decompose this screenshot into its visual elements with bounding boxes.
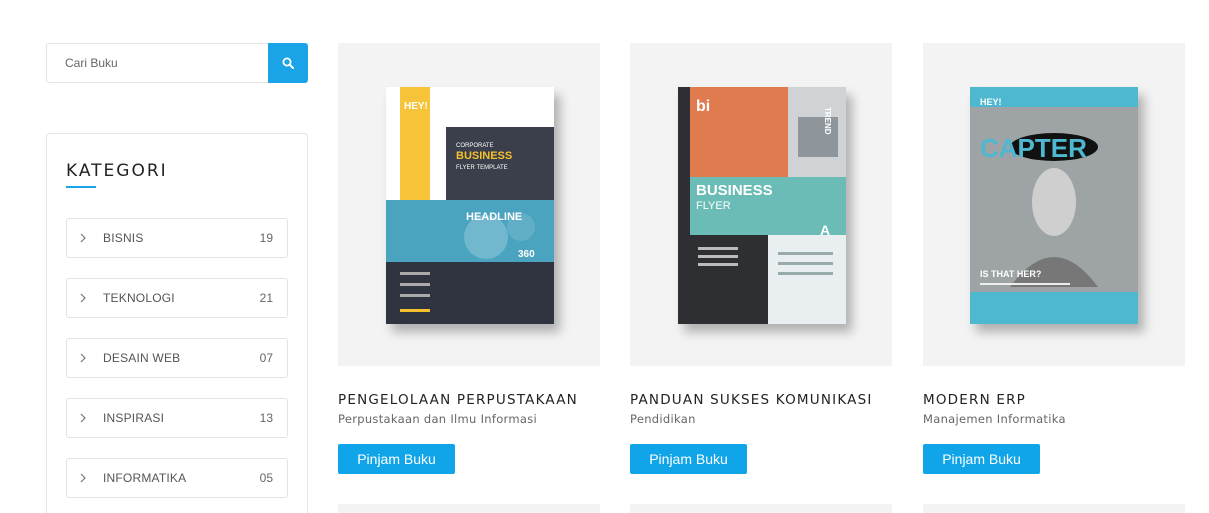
- svg-text:CORPORATE: CORPORATE: [456, 143, 494, 149]
- book-card-next-row: [338, 504, 600, 513]
- chevron-right-icon: [80, 413, 94, 423]
- chevron-right-icon: [80, 293, 94, 303]
- book-category: Perpustakaan dan Ilmu Informasi: [338, 412, 538, 426]
- borrow-button[interactable]: Pinjam Buku: [338, 444, 455, 474]
- cover-hey-text: HEY!: [404, 101, 428, 112]
- category-label: BISNIS: [103, 231, 144, 245]
- svg-text:A: A: [820, 222, 830, 238]
- borrow-button[interactable]: Pinjam Buku: [630, 444, 747, 474]
- book-card-next-row: [630, 504, 892, 513]
- chevron-right-icon: [80, 233, 94, 243]
- book-cover-area[interactable]: HEY! CORPORATE BUSINESS FLYER TEMPLATE H…: [338, 43, 600, 366]
- category-label: TEKNOLOGI: [103, 291, 175, 305]
- title-underline: [66, 186, 96, 188]
- book-title[interactable]: PENGELOLAAN PERPUSTAKAAN: [338, 392, 578, 408]
- svg-text:HEADLINE: HEADLINE: [466, 211, 522, 223]
- category-count: 13: [259, 411, 273, 425]
- book-category: Manajemen Informatika: [923, 412, 1066, 426]
- category-count: 07: [259, 351, 273, 365]
- svg-text:HEY!: HEY!: [980, 97, 1002, 107]
- category-count: 21: [259, 291, 273, 305]
- category-item-informatika[interactable]: INFORMATIKA 05: [66, 458, 288, 498]
- svg-text:FLYER TEMPLATE: FLYER TEMPLATE: [456, 165, 508, 171]
- category-label: INFORMATIKA: [103, 471, 187, 485]
- svg-text:TREND: TREND: [823, 107, 832, 135]
- category-item-teknologi[interactable]: TEKNOLOGI 21: [66, 278, 288, 318]
- category-panel: KATEGORI BISNIS 19 TEKNOLOGI 21 DESAIN W…: [46, 133, 308, 513]
- chevron-right-icon: [80, 473, 94, 483]
- search-button[interactable]: [268, 43, 308, 83]
- svg-text:FLYER: FLYER: [696, 200, 731, 212]
- book-cover-image[interactable]: HEY! CAPTER IS THAT HER?: [970, 87, 1138, 324]
- category-item-desain-web[interactable]: DESAIN WEB 07: [66, 338, 288, 378]
- svg-text:CAPTER: CAPTER: [980, 133, 1087, 163]
- category-count: 05: [259, 471, 273, 485]
- svg-text:IS THAT HER?: IS THAT HER?: [980, 269, 1041, 279]
- book-card-next-row: [923, 504, 1185, 513]
- category-count: 19: [259, 231, 273, 245]
- search-input[interactable]: [46, 43, 268, 83]
- svg-text:bi: bi: [696, 98, 710, 115]
- category-item-inspirasi[interactable]: INSPIRASI 13: [66, 398, 288, 438]
- book-cover-image[interactable]: HEY! CORPORATE BUSINESS FLYER TEMPLATE H…: [386, 87, 554, 324]
- svg-text:360: 360: [518, 249, 535, 260]
- book-cover-area[interactable]: HEY! CAPTER IS THAT HER?: [923, 43, 1185, 366]
- category-title: KATEGORI: [66, 161, 168, 181]
- category-item-bisnis[interactable]: BISNIS 19: [66, 218, 288, 258]
- chevron-right-icon: [80, 353, 94, 363]
- book-cover-image[interactable]: bi TREND BUSINESS FLYER A: [678, 87, 846, 324]
- borrow-button[interactable]: Pinjam Buku: [923, 444, 1040, 474]
- category-label: INSPIRASI: [103, 411, 165, 425]
- svg-text:BUSINESS: BUSINESS: [696, 182, 773, 199]
- search-icon: [282, 57, 294, 69]
- search-bar: [46, 43, 308, 83]
- svg-text:BUSINESS: BUSINESS: [456, 150, 512, 162]
- category-label: DESAIN WEB: [103, 351, 181, 365]
- book-title[interactable]: PANDUAN SUKSES KOMUNIKASI: [630, 392, 873, 408]
- book-title[interactable]: MODERN ERP: [923, 392, 1026, 408]
- book-cover-area[interactable]: bi TREND BUSINESS FLYER A: [630, 43, 892, 366]
- book-category: Pendidikan: [630, 412, 696, 426]
